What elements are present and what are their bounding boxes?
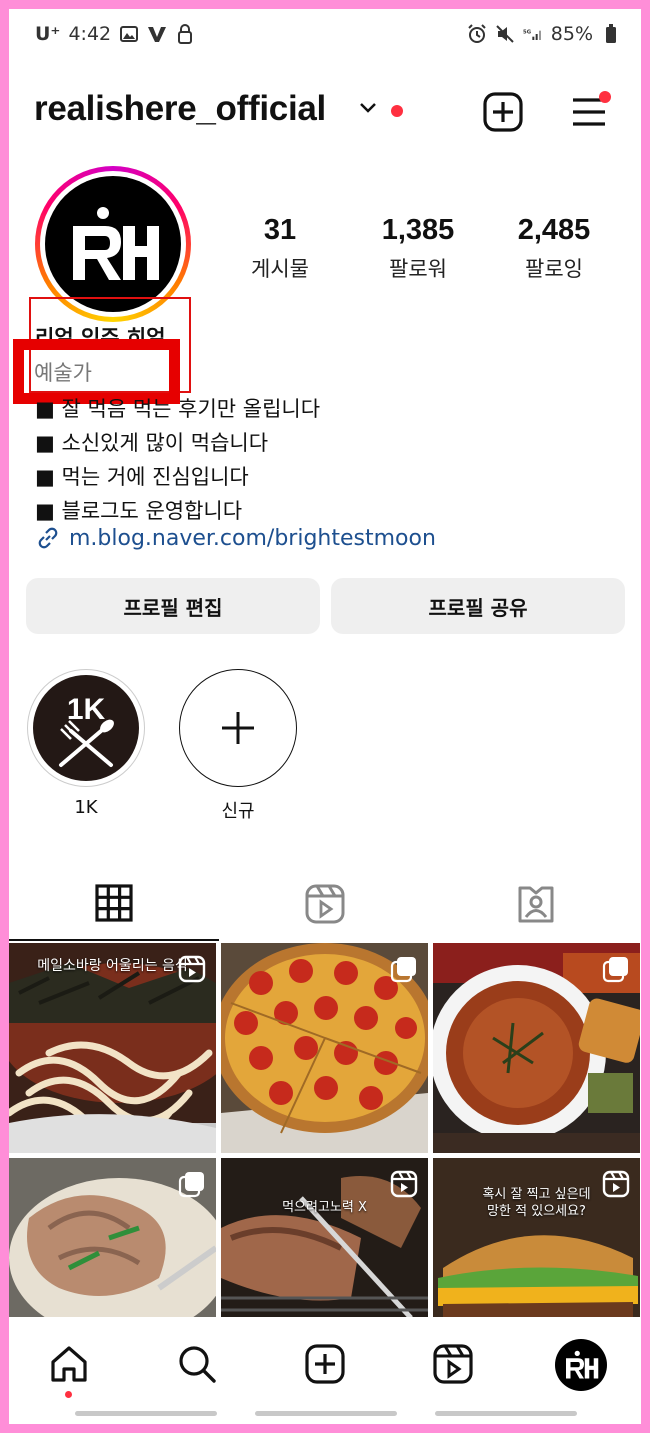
chevron-down-icon[interactable] bbox=[357, 97, 379, 123]
tab-tagged[interactable] bbox=[431, 867, 641, 941]
tagged-icon bbox=[518, 886, 554, 923]
clock: 4:42 bbox=[68, 23, 112, 45]
bio-line: ■ 블로그도 운영합니다 bbox=[35, 499, 243, 523]
profile-header: realishere_official bbox=[9, 79, 641, 149]
menu-button[interactable] bbox=[569, 91, 611, 133]
profile-tabs bbox=[9, 867, 641, 941]
lock-icon bbox=[175, 24, 195, 44]
carousel-badge-icon bbox=[178, 1172, 204, 1198]
create-icon bbox=[305, 1344, 345, 1384]
reel-badge-icon bbox=[602, 1170, 630, 1198]
highlight-cover: 1K bbox=[33, 675, 139, 781]
post-caption: 먹으려고노력 X bbox=[282, 1200, 367, 1215]
carrier-label: U⁺ bbox=[35, 23, 61, 45]
5g-signal-icon: 5G bbox=[523, 24, 543, 44]
stat-value: 31 bbox=[263, 214, 297, 246]
following-count[interactable]: 2,485 팔로잉 bbox=[489, 214, 619, 283]
stat-label: 게시물 bbox=[251, 257, 309, 281]
battery-percent: 85% bbox=[550, 23, 593, 45]
bio-line: ■ 소신있게 많이 먹습니다 bbox=[35, 431, 269, 455]
new-highlight-button[interactable]: 신규 bbox=[178, 669, 298, 823]
stat-label: 팔로잉 bbox=[525, 257, 583, 281]
gesture-bar bbox=[435, 1411, 577, 1416]
rh-logo-icon bbox=[73, 207, 159, 280]
tab-grid[interactable] bbox=[9, 867, 219, 941]
new-post-icon bbox=[483, 92, 523, 132]
status-bar: U⁺ 4:42 5G 85% bbox=[9, 9, 641, 61]
svg-text:5G: 5G bbox=[523, 29, 531, 35]
stat-value: 1,385 bbox=[381, 214, 455, 246]
nav-profile[interactable] bbox=[555, 1339, 607, 1391]
fork-spoon-icon: 1K bbox=[59, 693, 114, 767]
home-notification-dot bbox=[65, 1391, 72, 1398]
v-app-icon bbox=[147, 24, 167, 44]
bottom-navigation bbox=[9, 1317, 641, 1424]
nav-create[interactable] bbox=[300, 1339, 350, 1389]
edit-profile-button[interactable]: 프로필 편집 bbox=[26, 578, 320, 634]
nav-search[interactable] bbox=[172, 1339, 222, 1389]
plus-icon bbox=[222, 712, 254, 744]
profile-avatar bbox=[566, 1350, 599, 1379]
stat-value: 2,485 bbox=[517, 214, 591, 246]
post-tile[interactable] bbox=[433, 943, 640, 1153]
grid-icon bbox=[95, 884, 133, 922]
reels-icon bbox=[305, 884, 345, 924]
gesture-bar bbox=[75, 1411, 217, 1416]
bio-line: ■ 먹는 거에 진심입니다 bbox=[35, 465, 249, 489]
phone-screen: U⁺ 4:42 5G 85% realishere_official 31 게시… bbox=[9, 9, 641, 1424]
search-icon bbox=[179, 1346, 216, 1383]
link-icon bbox=[38, 527, 58, 549]
gallery-icon bbox=[119, 24, 139, 44]
bio-line: ■ 잘 먹음 먹는 후기만 올립니다 bbox=[35, 397, 321, 421]
followers-count[interactable]: 1,385 팔로워 bbox=[353, 214, 483, 283]
reel-badge-icon bbox=[178, 955, 206, 983]
posts-count[interactable]: 31 게시물 bbox=[215, 214, 345, 283]
battery-icon bbox=[601, 24, 621, 44]
nav-home[interactable] bbox=[44, 1339, 94, 1389]
post-tile[interactable]: 메일소바랑 어울리는 음식 bbox=[9, 943, 216, 1153]
highlight-badge-text: 1K bbox=[67, 693, 106, 726]
profile-link[interactable]: m.blog.naver.com/brightestmoon bbox=[35, 525, 436, 551]
mute-icon bbox=[495, 24, 515, 44]
link-text: m.blog.naver.com/brightestmoon bbox=[69, 525, 436, 551]
reels-icon bbox=[433, 1344, 473, 1384]
notification-dot bbox=[391, 105, 403, 117]
nav-reels[interactable] bbox=[428, 1339, 478, 1389]
carousel-badge-icon bbox=[602, 957, 628, 983]
home-icon bbox=[51, 1346, 87, 1382]
carousel-badge-icon bbox=[390, 957, 416, 983]
post-tile[interactable] bbox=[221, 943, 428, 1153]
alarm-icon bbox=[467, 24, 487, 44]
profile-category: 예술가 bbox=[34, 357, 98, 387]
highlight-label: 신규 bbox=[221, 801, 255, 822]
profile-avatar bbox=[45, 176, 181, 312]
highlight-label: 1K bbox=[74, 797, 98, 818]
gesture-bar bbox=[255, 1411, 397, 1416]
highlight-1k[interactable]: 1K 1K bbox=[26, 669, 146, 818]
tab-reels[interactable] bbox=[220, 867, 430, 941]
menu-notification-dot bbox=[599, 91, 611, 103]
reel-badge-icon bbox=[390, 1170, 418, 1198]
profile-bio: ■ 잘 먹음 먹는 후기만 올립니다 ■ 소신있게 많이 먹습니다 ■ 먹는 거… bbox=[35, 392, 320, 528]
account-switcher[interactable]: realishere_official bbox=[34, 89, 326, 129]
stat-label: 팔로워 bbox=[389, 257, 447, 281]
new-post-button[interactable] bbox=[482, 91, 524, 133]
share-profile-button[interactable]: 프로필 공유 bbox=[331, 578, 625, 634]
